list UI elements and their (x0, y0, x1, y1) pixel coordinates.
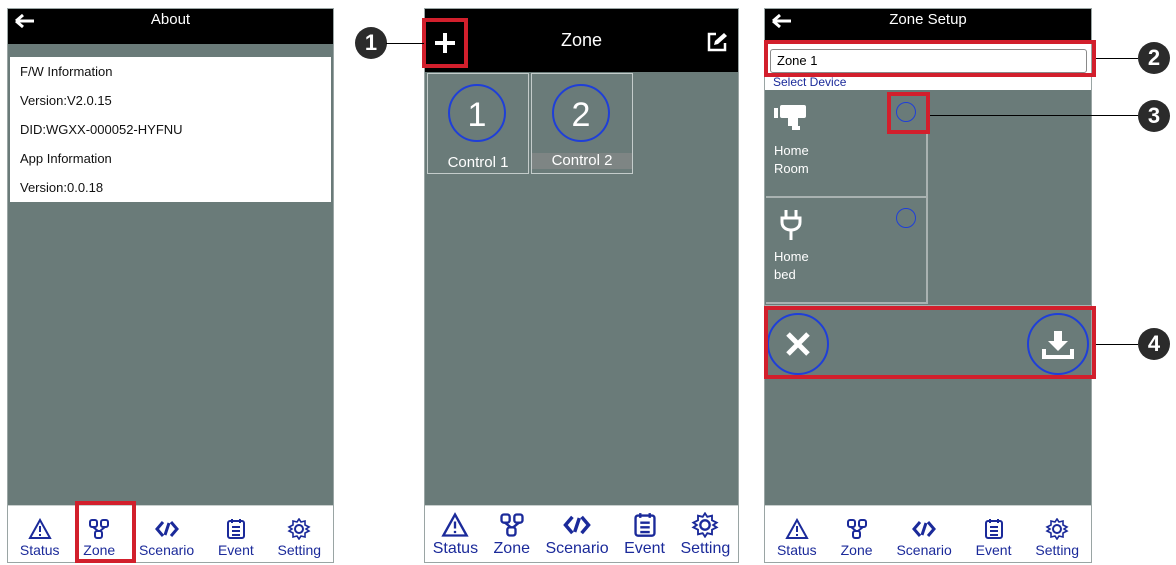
tab-label: Zone (840, 542, 873, 558)
tab-label: Scenario (896, 542, 952, 558)
zone-header: Zone (425, 9, 738, 72)
tab-scenario[interactable]: Scenario (545, 506, 609, 562)
tab-bar: Status Zone Scenario Event Setting (765, 505, 1091, 562)
tab-label: Setting (680, 540, 731, 557)
calendar-icon (633, 513, 656, 537)
warning-icon (785, 518, 809, 539)
callout-4-line (1096, 344, 1138, 345)
tab-bar: Status Zone Scenario Event Setting (8, 505, 333, 562)
warning-icon (28, 518, 52, 539)
about-header: About (8, 9, 333, 44)
tab-label: Scenario (545, 540, 609, 557)
page-title: Zone Setup (889, 11, 967, 28)
gear-icon (1045, 518, 1069, 540)
zone-name-highlight (764, 40, 1096, 77)
app-info-header: App Information (20, 151, 112, 166)
fw-info-card: F/W Information Version:V2.0.15 DID:WGXX… (10, 57, 331, 144)
edit-icon[interactable] (706, 31, 728, 53)
zone-number: 2 (552, 84, 610, 142)
tab-status[interactable]: Status (777, 506, 817, 562)
callout-1: 1 (355, 27, 387, 59)
tab-label: Setting (277, 542, 322, 558)
zone-number: 1 (448, 84, 506, 142)
callout-2-line (1096, 58, 1138, 59)
callout-3-line (930, 115, 1138, 116)
tab-setting[interactable]: Setting (277, 506, 322, 562)
calendar-icon (984, 519, 1003, 539)
tab-label: Status (776, 542, 817, 558)
tab-label: Event (217, 542, 254, 558)
device-name: Home (774, 249, 809, 264)
tab-setting[interactable]: Setting (680, 506, 730, 562)
tab-label: Scenario (138, 542, 195, 558)
tab-status[interactable]: Status (20, 506, 60, 562)
page-title: About (150, 11, 191, 28)
zone-screen: Zone 1 Control 1 2 Control 2 Status Zone… (424, 8, 739, 563)
tab-scenario[interactable]: Scenario (896, 506, 952, 562)
zone-label: Control 2 (532, 153, 632, 169)
zone-tab-highlight (75, 501, 136, 563)
tab-zone[interactable]: Zone (841, 506, 873, 562)
callout-4: 4 (1138, 328, 1170, 360)
zone-label: Control 1 (447, 154, 509, 171)
device-tile-home-bed[interactable]: Home bed (766, 198, 928, 304)
app-info-card: App Information Version:0.0.18 (10, 144, 331, 202)
tab-label: Status (432, 540, 479, 557)
camera-icon (774, 105, 806, 130)
zone-setup-header: Zone Setup (765, 9, 1091, 44)
scenario-icon (563, 515, 591, 535)
device-select-highlight (887, 92, 930, 134)
tab-event[interactable]: Event (218, 506, 254, 562)
scenario-icon (154, 521, 179, 537)
select-device-label: Select Device (773, 75, 847, 89)
tab-zone[interactable]: Zone (494, 506, 530, 562)
tab-scenario[interactable]: Scenario (139, 506, 194, 562)
gear-icon (691, 512, 719, 538)
zone-tile-control-1[interactable]: 1 Control 1 (427, 73, 529, 174)
tab-label: Event (624, 540, 665, 557)
page-title: Zone (560, 30, 603, 50)
device-location: Room (774, 161, 809, 176)
tab-label: Setting (1035, 542, 1080, 558)
tab-status[interactable]: Status (433, 506, 478, 562)
callout-2: 2 (1138, 42, 1170, 74)
scenario-icon (912, 521, 937, 537)
calendar-icon (226, 519, 245, 539)
plug-icon (780, 210, 802, 240)
warning-icon (441, 512, 470, 537)
zone-tile-control-2[interactable]: 2 Control 2 (531, 73, 633, 174)
app-version: Version:0.0.18 (20, 180, 104, 195)
callout-1-line (386, 43, 424, 44)
about-screen: About F/W Information Version:V2.0.15 DI… (7, 8, 334, 563)
device-select-circle[interactable] (896, 208, 916, 228)
tab-event[interactable]: Event (975, 506, 1012, 562)
action-buttons-highlight (764, 306, 1096, 379)
gear-icon (287, 518, 311, 540)
tab-setting[interactable]: Setting (1035, 506, 1079, 562)
tab-label: Zone (493, 540, 530, 557)
tab-label: Status (19, 542, 60, 558)
device-location: bed (774, 267, 796, 282)
fw-did: DID:WGXX-000052-HYFNU (20, 122, 183, 137)
device-name: Home (774, 143, 809, 158)
tab-bar: Status Zone Scenario Event Setting (425, 505, 738, 562)
tab-event[interactable]: Event (624, 506, 665, 562)
add-zone-highlight (422, 18, 468, 68)
zone-icon (846, 519, 867, 539)
fw-info-header: F/W Information (20, 64, 113, 79)
fw-version: Version:V2.0.15 (20, 93, 112, 108)
callout-3: 3 (1138, 100, 1170, 132)
zone-icon (500, 513, 524, 537)
tab-label: Event (975, 542, 1012, 558)
